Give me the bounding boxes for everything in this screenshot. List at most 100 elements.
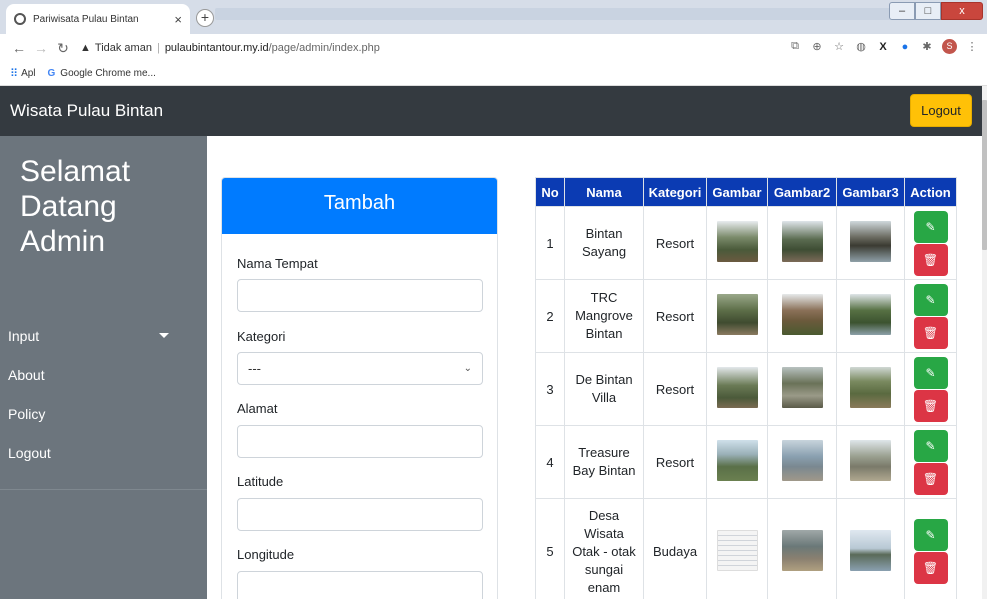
welcome-line: Selamat	[20, 155, 131, 188]
bookmark-apl[interactable]: Apl	[21, 68, 35, 79]
resort-photo-thumbnail[interactable]	[781, 440, 823, 481]
minimize-button[interactable]: –	[889, 2, 915, 20]
sidebar-divider	[0, 489, 207, 490]
delete-button[interactable]: 🗑	[913, 316, 948, 349]
site-navbar: Wisata Pulau Bintan Logout	[0, 86, 982, 136]
trash-icon: 🗑	[922, 561, 939, 575]
cell-gambar2	[767, 279, 837, 353]
cell-action: ✎ 🗑	[904, 352, 957, 426]
cell-nama: Treasure Bay Bintan	[564, 425, 644, 499]
cell-no: 4	[535, 425, 565, 499]
browser-tab[interactable]: Pariwisata Pulau Bintan ×	[6, 4, 190, 34]
extension-globe-icon[interactable]: ◍	[854, 40, 868, 53]
edit-button[interactable]: ✎	[913, 519, 948, 551]
table-row: 4 Treasure Bay Bintan Resort ✎ 🗑	[535, 425, 957, 499]
nama-tempat-input[interactable]	[237, 279, 483, 312]
cell-action: ✎ 🗑	[904, 425, 957, 499]
resort-photo-thumbnail[interactable]	[781, 221, 823, 262]
scrollbar-thumb[interactable]	[982, 100, 987, 250]
destinations-table: No Nama Kategori Gambar Gambar2 Gambar3 …	[535, 177, 957, 599]
resort-photo-thumbnail[interactable]	[850, 367, 891, 408]
window-controls: – □ x	[889, 2, 983, 20]
url-path: /page/admin/index.php	[268, 42, 380, 54]
back-arrow-icon[interactable]: ←	[8, 40, 30, 56]
extension-icons: ⧉ ⊕ ☆ ◍ X ● ✱ S ⋮	[788, 39, 979, 54]
action-buttons: ✎ 🗑	[905, 283, 956, 349]
close-tab-icon[interactable]: ×	[174, 13, 182, 26]
resort-photo-thumbnail[interactable]	[850, 294, 891, 335]
sidebar: Selamat Datang Admin Input About Policy …	[0, 136, 207, 599]
sidebar-item-input[interactable]: Input	[0, 316, 207, 355]
welcome-line: Datang	[20, 190, 117, 223]
close-window-button[interactable]: x	[941, 2, 983, 20]
maximize-button[interactable]: □	[915, 2, 941, 20]
forward-arrow-icon[interactable]: →	[30, 40, 52, 56]
brand-title[interactable]: Wisata Pulau Bintan	[10, 101, 163, 121]
bookmarks-bar: ⠿ Apl G Google Chrome me...	[0, 62, 987, 86]
apps-grid-icon: ⠿	[10, 68, 18, 80]
welcome-line: Admin	[20, 225, 106, 258]
logout-button[interactable]: Logout	[910, 94, 972, 127]
sidebar-menu: Input About Policy Logout	[0, 316, 207, 472]
table-row: 2 TRC Mangrove Bintan Resort ✎ 🗑	[535, 279, 957, 353]
pencil-icon: ✎	[925, 219, 936, 234]
pencil-icon: ✎	[925, 438, 936, 453]
cell-nama: De Bintan Villa	[564, 352, 644, 426]
sidebar-item-logout[interactable]: Logout	[0, 433, 207, 472]
resort-photo-thumbnail[interactable]	[716, 294, 758, 335]
sidebar-item-about[interactable]: About	[0, 355, 207, 394]
kategori-select[interactable]: --- ⌄	[237, 352, 483, 385]
delete-button[interactable]: 🗑	[913, 552, 948, 584]
welcome-heading: Selamat Datang Admin	[20, 154, 200, 259]
latitude-input[interactable]	[237, 498, 483, 531]
nama-line: Bay Bintan	[572, 463, 636, 478]
longitude-input[interactable]	[237, 571, 483, 599]
puzzle-icon[interactable]: ✱	[920, 40, 934, 53]
trash-icon: 🗑	[922, 252, 939, 267]
cell-action: ✎ 🗑	[904, 279, 957, 353]
resort-photo-thumbnail[interactable]	[716, 221, 758, 262]
delete-button[interactable]: 🗑	[913, 462, 948, 495]
resort-photo-thumbnail[interactable]	[781, 294, 823, 335]
extension-shield-icon[interactable]: ●	[898, 41, 912, 53]
edit-button[interactable]: ✎	[913, 356, 948, 389]
resort-photo-thumbnail[interactable]	[716, 440, 758, 481]
url-field[interactable]: ▲ Tidak aman | pulaubintantour.my.id /pa…	[80, 42, 380, 54]
address-bar: ← → ↻ ▲ Tidak aman | pulaubintantour.my.…	[0, 34, 987, 62]
reload-icon[interactable]: ↻	[52, 40, 74, 57]
cell-kategori: Resort	[643, 425, 707, 499]
edit-button[interactable]: ✎	[913, 429, 948, 462]
google-icon: G	[47, 68, 56, 79]
resort-photo-thumbnail[interactable]	[850, 440, 891, 481]
delete-button[interactable]: 🗑	[913, 243, 948, 276]
cell-gambar3	[836, 425, 905, 499]
sidebar-item-label: Policy	[8, 405, 46, 422]
edit-button[interactable]: ✎	[913, 210, 948, 243]
screenshot-thumbnail[interactable]	[716, 529, 758, 571]
nama-line: TRC	[590, 290, 618, 305]
food-photo-thumbnail[interactable]	[781, 529, 823, 571]
cell-gambar3	[836, 352, 905, 426]
resort-photo-thumbnail[interactable]	[781, 367, 823, 408]
sidebar-item-label: Input	[8, 327, 40, 344]
alamat-input[interactable]	[237, 425, 483, 458]
delete-button[interactable]: 🗑	[913, 389, 948, 422]
extension-x-icon[interactable]: X	[876, 41, 890, 53]
bookmark-google-chrome[interactable]: Google Chrome me...	[60, 68, 156, 79]
menu-dots-icon[interactable]: ⋮	[965, 40, 979, 53]
edit-button[interactable]: ✎	[913, 283, 948, 316]
sidebar-item-policy[interactable]: Policy	[0, 394, 207, 433]
star-icon[interactable]: ☆	[832, 40, 846, 53]
page-scrollbar[interactable]	[982, 86, 987, 599]
translate-icon[interactable]: ⧉	[788, 40, 802, 53]
cell-kategori: Resort	[643, 279, 707, 353]
profile-avatar[interactable]: S	[942, 39, 957, 54]
action-buttons: ✎ 🗑	[905, 519, 956, 584]
cell-nama: Bintan Sayang	[564, 206, 644, 280]
chevron-down-icon: ⌄	[463, 363, 472, 374]
new-tab-button[interactable]: +	[196, 9, 214, 27]
resort-photo-thumbnail[interactable]	[716, 367, 758, 408]
zoom-icon[interactable]: ⊕	[810, 40, 824, 53]
river-photo-thumbnail[interactable]	[850, 529, 891, 571]
resort-photo-thumbnail[interactable]	[850, 221, 891, 262]
